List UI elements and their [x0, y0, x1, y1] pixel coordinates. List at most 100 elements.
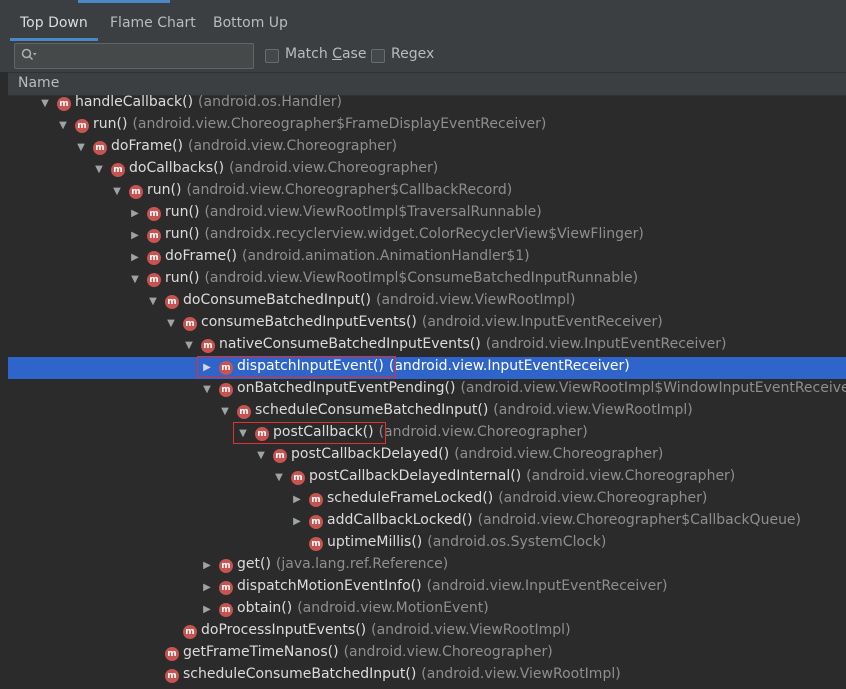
tab-bottom-up[interactable]: Bottom Up — [213, 8, 288, 41]
expanded-arrow-icon[interactable]: ▼ — [201, 383, 213, 397]
tree-row[interactable]: ▼ m handleCallback() (android.os.Handler) — [8, 94, 846, 115]
method-label: uptimeMillis() (android.os.SystemClock) — [327, 534, 606, 550]
tree-row[interactable]: ▼ m run() (android.view.Choreographer$Callb… — [8, 181, 846, 203]
method-label: postCallbackDelayedInternal() (android.vi… — [309, 468, 735, 484]
method-name: doCallbacks() — [129, 160, 225, 176]
collapsed-arrow-icon[interactable]: ▶ — [201, 581, 213, 595]
search-input[interactable] — [41, 46, 251, 66]
expanded-arrow-icon[interactable]: ▼ — [111, 185, 123, 199]
match-case-checkbox[interactable] — [265, 49, 279, 63]
tree-row[interactable]: ▶ m obtain() (android.view.MotionEvent) — [8, 599, 846, 621]
collapsed-arrow-icon[interactable]: ▶ — [129, 229, 141, 243]
tab-flame-chart[interactable]: Flame Chart — [110, 8, 196, 41]
method-name: nativeConsumeBatchedInputEvents() — [219, 336, 481, 352]
method-label: dispatchMotionEventInfo() (android.view.I… — [237, 578, 667, 594]
class-name: (android.view.ViewRootImpl$ConsumeBatche… — [204, 270, 639, 286]
method-icon: m — [237, 405, 251, 419]
method-name: scheduleConsumeBatchedInput() — [183, 666, 417, 682]
search-icon[interactable] — [21, 48, 37, 66]
tree-row[interactable]: ▼ m run() (android.view.Choreographer$Frame… — [8, 115, 846, 137]
expanded-arrow-icon[interactable]: ▼ — [57, 119, 69, 133]
method-label: getFrameTimeNanos() (android.view.Choreog… — [183, 644, 553, 660]
tree-row[interactable]: ▼ m doConsumeBatchedInput() (android.view.V… — [8, 291, 846, 313]
method-name: uptimeMillis() — [327, 534, 423, 550]
method-label: run() (android.view.Choreographer$FrameDi… — [93, 116, 546, 132]
regex-checkbox[interactable] — [371, 49, 385, 63]
tree-row[interactable]: ▼ m onBatchedInputEventPending() (android.v… — [8, 379, 846, 401]
tree-row[interactable]: m getFrameTimeNanos() (android.view.Choreo… — [8, 643, 846, 665]
method-label: nativeConsumeBatchedInputEvents() (androi… — [219, 336, 727, 352]
class-name: (android.view.Choreographer) — [498, 490, 708, 506]
collapsed-arrow-icon[interactable]: ▶ — [201, 361, 213, 375]
tree-row[interactable]: ▶ m dispatchInputEvent() (android.view.Inpu… — [8, 357, 846, 379]
expanded-arrow-icon[interactable]: ▼ — [255, 449, 267, 463]
class-name: (android.view.Choreographer) — [454, 446, 664, 462]
expanded-arrow-icon[interactable]: ▼ — [93, 163, 105, 177]
method-icon: m — [273, 449, 287, 463]
tree-row[interactable]: ▼ m consumeBatchedInputEvents() (android.vi… — [8, 313, 846, 335]
expanded-arrow-icon[interactable]: ▼ — [183, 339, 195, 353]
top-strip — [0, 0, 846, 8]
method-icon: m — [201, 339, 215, 353]
expanded-arrow-icon[interactable]: ▼ — [39, 97, 51, 111]
tree-row[interactable]: ▶ m run() (android.view.ViewRootImpl$Traver… — [8, 203, 846, 225]
method-label: scheduleFrameLocked() (android.view.Chore… — [327, 490, 707, 506]
tree-row[interactable]: ▼ m postCallback() (android.view.Choreograp… — [8, 423, 846, 445]
collapsed-arrow-icon[interactable]: ▶ — [291, 493, 303, 507]
tree-row[interactable]: ▼ m nativeConsumeBatchedInputEvents() (andr… — [8, 335, 846, 357]
tree-row[interactable]: m doProcessInputEvents() (android.view.Vie… — [8, 621, 846, 643]
tree-row[interactable]: ▶ m dispatchMotionEventInfo() (android.view… — [8, 577, 846, 599]
method-name: onBatchedInputEventPending() — [237, 380, 456, 396]
method-icon: m — [147, 229, 161, 243]
tree-row[interactable]: ▶ m run() (androidx.recyclerview.widget.Col… — [8, 225, 846, 247]
method-label: onBatchedInputEventPending() (android.vie… — [237, 380, 846, 396]
method-icon: m — [57, 97, 71, 111]
expanded-arrow-icon[interactable]: ▼ — [147, 295, 159, 309]
tree-row[interactable]: ▼ m scheduleConsumeBatchedInput() (android.… — [8, 401, 846, 423]
tree-row[interactable]: ▼ m doFrame() (android.view.Choreographer) — [8, 137, 846, 159]
class-name: (android.view.Choreographer) — [343, 644, 553, 660]
match-case-label[interactable]: Match Case — [285, 46, 366, 62]
tree-row[interactable]: ▼ m postCallbackDelayed() (android.view.Cho… — [8, 445, 846, 467]
class-name: (android.view.Choreographer) — [378, 424, 588, 440]
expanded-arrow-icon[interactable]: ▼ — [219, 405, 231, 419]
class-name: (android.animation.AnimationHandler$1) — [242, 248, 530, 264]
collapsed-arrow-icon[interactable]: ▶ — [291, 515, 303, 529]
tree-row[interactable]: m uptimeMillis() (android.os.SystemClock) — [8, 533, 846, 555]
regex-label[interactable]: Regex — [391, 46, 434, 62]
tree-row[interactable]: ▶ m get() (java.lang.ref.Reference) — [8, 555, 846, 577]
method-name: doProcessInputEvents() — [201, 622, 367, 638]
expanded-arrow-icon[interactable]: ▼ — [75, 141, 87, 155]
class-name: (android.view.ViewRootImpl) — [421, 666, 621, 682]
method-name: dispatchInputEvent() — [237, 358, 384, 374]
tree-row[interactable]: ▶ m scheduleFrameLocked() (android.view.Cho… — [8, 489, 846, 511]
method-name: scheduleFrameLocked() — [327, 490, 494, 506]
tree-row[interactable]: ▶ m doFrame() (android.animation.AnimationH… — [8, 247, 846, 269]
column-header-name[interactable]: Name — [8, 72, 846, 96]
collapsed-arrow-icon[interactable]: ▶ — [201, 603, 213, 617]
class-name: (android.view.ViewRootImpl) — [493, 402, 693, 418]
method-label: run() (android.view.ViewRootImpl$Traversa… — [165, 204, 542, 220]
method-label: doCallbacks() (android.view.Choreographer… — [129, 160, 438, 176]
expanded-arrow-icon[interactable]: ▼ — [237, 427, 249, 441]
collapsed-arrow-icon[interactable]: ▶ — [129, 251, 141, 265]
view-tabs: Top Down Flame Chart Bottom Up — [0, 8, 846, 42]
method-label: handleCallback() (android.os.Handler) — [75, 94, 342, 110]
class-name: (android.view.MotionEvent) — [297, 600, 489, 616]
method-name: addCallbackLocked() — [327, 512, 473, 528]
tree-row[interactable]: m scheduleConsumeBatchedInput() (android.v… — [8, 665, 846, 687]
collapsed-arrow-icon[interactable]: ▶ — [201, 559, 213, 573]
tree-row[interactable]: ▼ m doCallbacks() (android.view.Choreograph… — [8, 159, 846, 181]
tab-top-down[interactable]: Top Down — [10, 8, 98, 41]
method-icon: m — [219, 581, 233, 595]
search-field[interactable] — [14, 43, 254, 69]
method-name: doFrame() — [165, 248, 237, 264]
tree-row[interactable]: ▼ m run() (android.view.ViewRootImpl$Consum… — [8, 269, 846, 291]
expanded-arrow-icon[interactable]: ▼ — [129, 273, 141, 287]
expanded-arrow-icon[interactable]: ▼ — [273, 471, 285, 485]
collapsed-arrow-icon[interactable]: ▶ — [129, 207, 141, 221]
tree-row[interactable]: ▼ m postCallbackDelayedInternal() (android.… — [8, 467, 846, 489]
call-tree: ▼ m handleCallback() (android.os.Handler) ▼ m… — [8, 94, 846, 689]
expanded-arrow-icon[interactable]: ▼ — [165, 317, 177, 331]
tree-row[interactable]: ▶ m addCallbackLocked() (android.view.Chore… — [8, 511, 846, 533]
